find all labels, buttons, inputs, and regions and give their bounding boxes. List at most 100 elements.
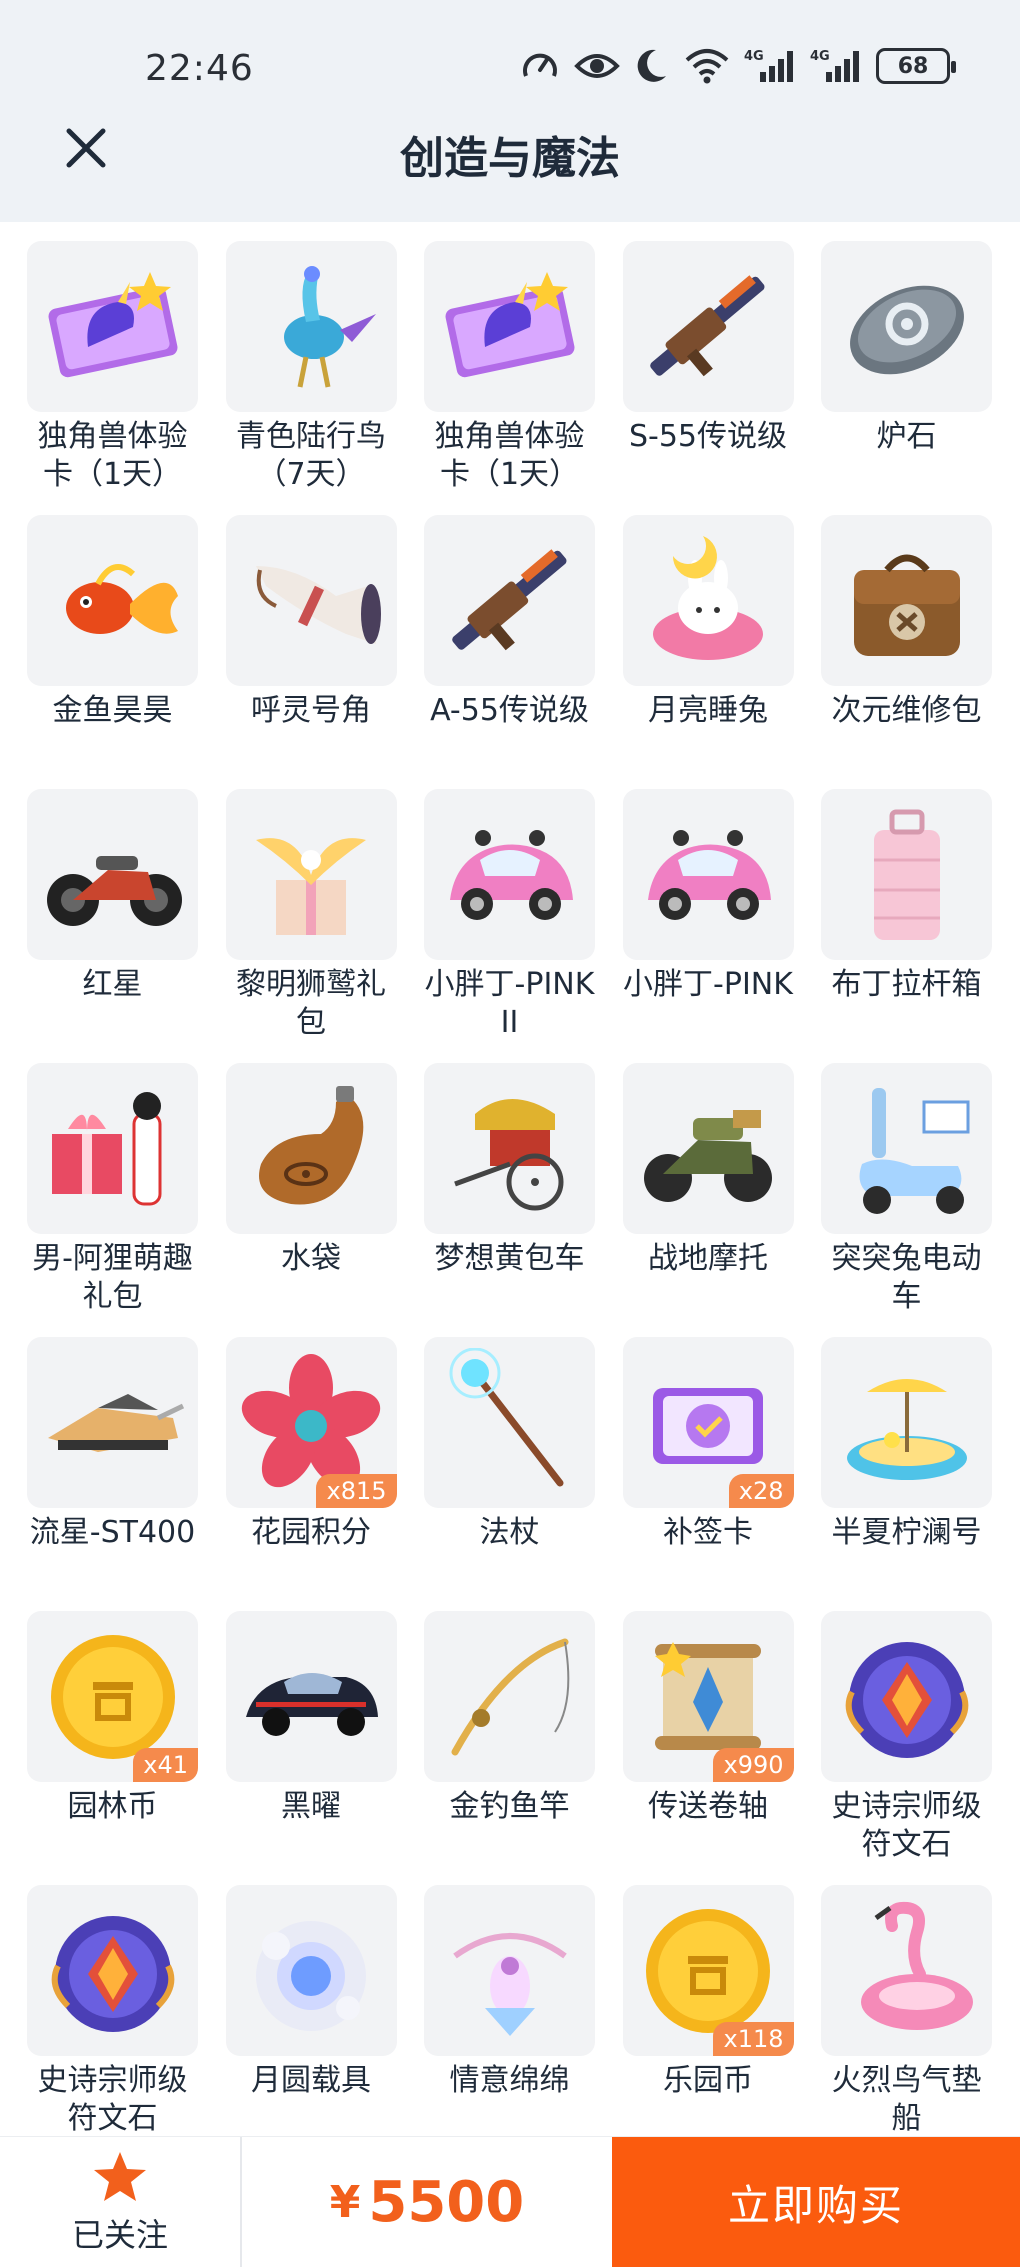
follow-label: 已关注 [71,2215,168,2254]
product-thumbnail [424,515,595,686]
item-grid: 独角兽体验卡（1天） 青色陆行鸟（7天） 独角兽体验卡（1天） S-55传说级 炉石 金鱼… [27,241,993,2159]
product-item[interactable]: 月亮睡兔 [622,515,794,789]
product-name: S-55传说级 [628,419,788,454]
quantity-badge: x118 [713,2022,794,2056]
goldfish-icon [65,563,178,634]
product-thumbnail [27,1885,198,2056]
product-thumbnail [225,1885,397,2056]
gift-box-icon [51,1091,161,1205]
rifle-icon [451,548,566,650]
product-thumbnail [424,1063,595,1234]
unicorn-card-icon [48,271,177,377]
fishing-rod-icon [451,1638,569,1755]
product-name: 黑曜 [281,1789,341,1824]
status-bar: 22:46 4G 4G 68 [0,0,1020,140]
product-name: 小胖丁-PINK II [424,967,595,1040]
product-item[interactable]: x815 花园积分 [225,1337,397,1611]
buy-now-button[interactable]: 立即购买 [612,2137,1020,2267]
product-thumbnail [225,789,397,960]
rune-stone-icon [845,1641,968,1758]
product-item[interactable]: 流星-ST400 [27,1337,198,1611]
product-item[interactable]: 法杖 [424,1337,595,1611]
follow-button[interactable]: 已关注 [0,2137,242,2267]
product-thumbnail [821,1611,992,1782]
product-thumbnail [225,1063,397,1234]
product-thumbnail [821,1337,992,1508]
product-item[interactable]: x118 乐园币 [622,1885,794,2159]
product-item[interactable]: 小胖丁-PINK II [424,789,595,1063]
product-thumbnail [821,515,992,686]
product-thumbnail [424,1611,595,1782]
product-name: 独角兽体验卡（1天） [37,419,188,492]
bottom-bar: 已关注 ¥ 5500 立即购买 [0,2136,1020,2267]
product-item[interactable]: 独角兽体验卡（1天） [424,241,595,515]
product-item[interactable]: 梦想黄包车 [424,1063,595,1337]
product-item[interactable]: 布丁拉杆箱 [821,789,992,1063]
float-boat-icon [846,1378,967,1480]
product-item[interactable]: 突突兔电动车 [821,1063,992,1337]
product-name: 呼灵号角 [251,693,371,728]
currency-symbol: ¥ [329,2177,361,2228]
product-item[interactable]: x990 传送卷轴 [622,1611,794,1885]
product-item[interactable]: S-55传说级 [622,241,794,515]
product-item[interactable]: 史诗宗师级符文石 [27,1885,198,2159]
product-thumbnail [424,241,595,412]
product-item[interactable]: 月圆载具 [225,1885,397,2159]
product-name: 红星 [82,967,143,1002]
product-item[interactable]: 火烈鸟气垫船 [821,1885,992,2159]
black-car-icon [246,1672,378,1736]
product-item[interactable]: 黎明狮鹫礼包 [225,789,397,1063]
motorcycle-icon [46,855,182,926]
product-item[interactable]: 金鱼昊昊 [27,515,198,789]
product-thumbnail [821,789,992,960]
price-display: ¥ 5500 [242,2137,612,2267]
product-item[interactable]: x28 补签卡 [622,1337,794,1611]
product-thumbnail [27,515,198,686]
product-item[interactable]: 青色陆行鸟（7天） [225,241,397,515]
product-name: 金鱼昊昊 [52,693,173,728]
product-thumbnail [622,1063,794,1234]
product-item[interactable]: 独角兽体验卡（1天） [27,241,198,515]
product-item[interactable]: 战地摩托 [622,1063,794,1337]
product-name: 月亮睡兔 [648,693,768,728]
product-item[interactable]: 男-阿狸萌趣礼包 [27,1063,198,1337]
product-item[interactable]: 红星 [27,789,198,1063]
product-item[interactable]: 半夏柠澜号 [821,1337,992,1611]
cyan-bird-icon [284,265,376,387]
product-thumbnail: x28 [622,1337,794,1508]
quantity-badge: x41 [133,1748,198,1782]
rune-stone-icon [51,1915,174,2032]
product-item[interactable]: 史诗宗师级符文石 [821,1611,992,1885]
product-name: 男-阿狸萌趣礼包 [32,1241,193,1314]
hearthstone-icon [849,285,964,374]
product-item[interactable]: 水袋 [225,1063,397,1337]
product-name: 小胖丁-PINK [623,967,793,1002]
product-item[interactable]: x41 园林币 [27,1611,198,1885]
military-motorbike-icon [644,1109,772,1202]
product-item[interactable]: 黑曜 [225,1611,397,1885]
rifle-icon [650,274,765,376]
pink-car-icon [449,829,573,920]
product-item[interactable]: 呼灵号角 [225,515,397,789]
product-thumbnail [622,789,794,960]
quantity-badge: x28 [728,1474,794,1508]
product-item[interactable]: 金钓鱼竿 [424,1611,595,1885]
product-name: 梦想黄包车 [434,1241,585,1276]
product-item[interactable]: 次元维修包 [821,515,992,789]
product-thumbnail: x41 [27,1611,198,1782]
product-name: 水袋 [281,1241,341,1276]
product-item[interactable]: 炉石 [821,241,992,515]
product-item[interactable]: 情意绵绵 [424,1885,595,2159]
page-title: 创造与魔法 [400,133,620,184]
product-name: 突突兔电动车 [831,1241,982,1314]
horn-icon [256,565,381,644]
product-name: 布丁拉杆箱 [831,967,982,1002]
wifi-icon [685,49,729,84]
product-thumbnail [424,789,595,960]
product-name: 园林币 [67,1789,158,1824]
product-item[interactable]: A-55传说级 [424,515,595,789]
product-item[interactable]: 小胖丁-PINK [622,789,794,1063]
ribbon-ornament-icon [452,1932,567,2036]
battery-indicator: 68 [876,48,956,84]
eye-icon [574,54,620,78]
